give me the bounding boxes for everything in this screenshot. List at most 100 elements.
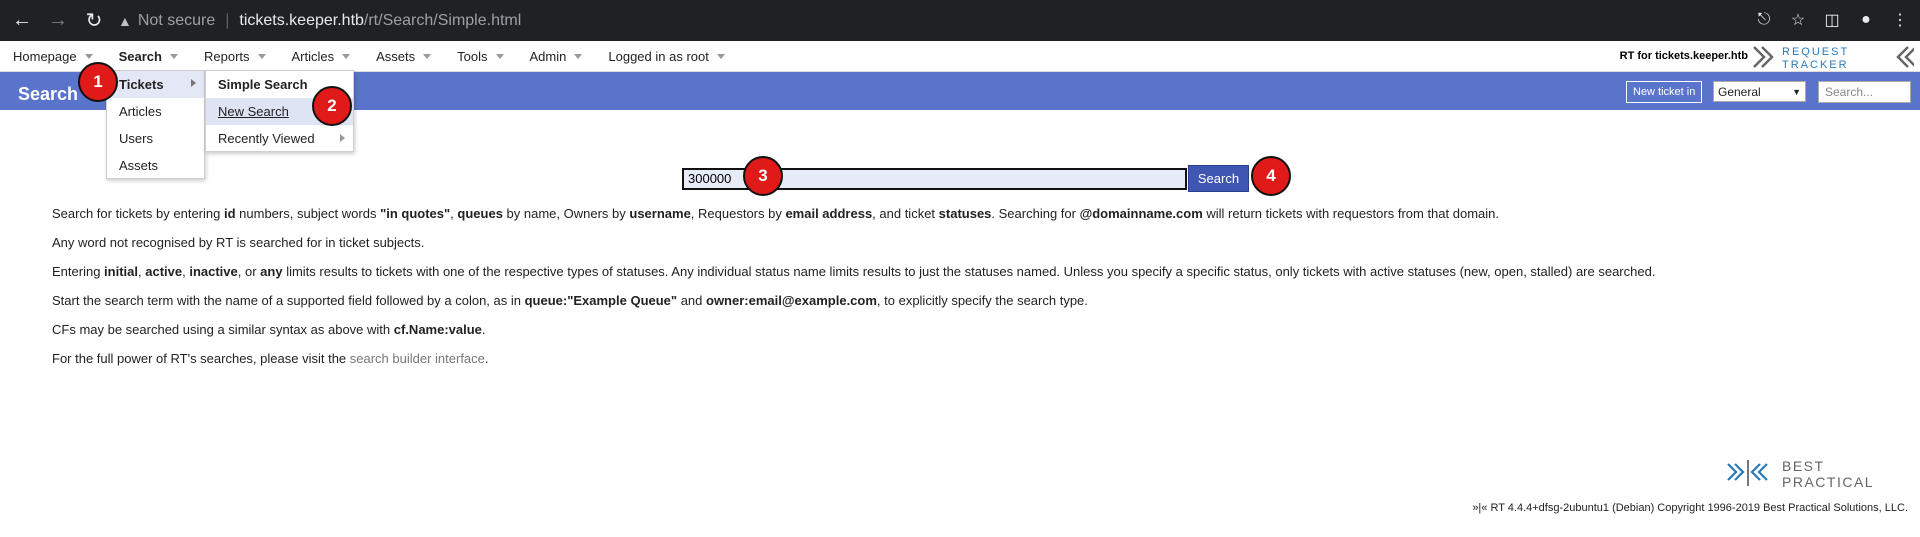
forward-icon[interactable]: →: [44, 7, 72, 35]
page-title: Search: [18, 84, 79, 104]
chevron-down-icon: [84, 53, 93, 59]
search-help: Search for tickets by entering id number…: [52, 206, 1892, 380]
submenu-recently-viewed-label: Recently Viewed: [218, 131, 315, 146]
step-badge-2: 2: [312, 86, 352, 126]
menu-logged-in[interactable]: Logged in as root: [595, 41, 737, 72]
help-keyword: queues: [457, 206, 503, 221]
best-practical-logo[interactable]: BEST PRACTICAL: [1726, 456, 1906, 492]
help-text: Search for tickets by entering: [52, 206, 224, 221]
footer-copyright: »|« RT 4.4.4+dfsg-2ubuntu1 (Debian) Copy…: [1472, 502, 1908, 514]
star-icon[interactable]: ☆: [1786, 6, 1810, 34]
help-keyword: id: [223, 206, 236, 221]
chevron-right-icon: [340, 134, 345, 142]
address-bar[interactable]: ▲ Not secure | tickets.keeper.htb/rt/Sea…: [118, 6, 521, 36]
help-keyword: email address: [785, 206, 873, 221]
menu-assets[interactable]: Assets: [363, 41, 444, 72]
url-path: /rt/Search/Simple.html: [363, 11, 522, 29]
logo-text-best: BEST: [1782, 458, 1825, 474]
help-text: numbers, subject words: [235, 206, 381, 221]
menu-search-label: Search: [118, 48, 162, 64]
search-builder-link[interactable]: search builder interface: [350, 351, 485, 366]
menu-assets-label: Assets: [376, 48, 416, 64]
menu-item-articles[interactable]: Articles: [107, 98, 204, 125]
rt-brand: RT for tickets.keeper.htb: [1619, 50, 1748, 62]
help-text: by name, Owners by: [502, 206, 630, 221]
help-paragraph: Search for tickets by entering id number…: [52, 206, 1892, 235]
reload-icon[interactable]: ↻: [80, 7, 108, 35]
header-search-input[interactable]: Search...: [1818, 81, 1911, 103]
menu-articles[interactable]: Articles: [279, 41, 364, 72]
submenu-simple-search-label: Simple Search: [218, 77, 308, 92]
help-keyword: owner:email@example.com: [706, 293, 877, 308]
menu-reports-label: Reports: [203, 48, 250, 64]
help-text: , and ticket: [872, 206, 939, 221]
menu-reports[interactable]: Reports: [191, 41, 279, 72]
chevron-down-icon: [423, 53, 432, 59]
profile-icon[interactable]: ●: [1854, 6, 1878, 34]
help-text: will return tickets with requestors from…: [1202, 206, 1499, 221]
url-host: tickets.keeper.htb: [239, 11, 364, 29]
menu-item-tickets[interactable]: Tickets: [107, 71, 204, 98]
menu-logged-in-label: Logged in as root: [608, 48, 709, 64]
help-text: .: [481, 322, 486, 337]
chevron-right-icon: [191, 79, 196, 87]
menu-search[interactable]: Search: [106, 41, 191, 72]
help-keyword: @domainname.com: [1079, 206, 1203, 221]
help-keyword: any: [260, 264, 283, 279]
menu-item-users-label: Users: [119, 131, 153, 146]
queue-select-value: General: [1718, 84, 1761, 99]
help-paragraph: Start the search term with the name of a…: [52, 293, 1892, 322]
menu-articles-label: Articles: [291, 48, 335, 64]
queue-select[interactable]: General ▼: [1713, 81, 1806, 102]
help-keyword: queue:"Example Queue": [524, 293, 678, 308]
submenu-recently-viewed[interactable]: Recently Viewed: [206, 125, 353, 152]
menu-item-assets-label: Assets: [119, 158, 159, 173]
step-badge-1: 1: [78, 62, 118, 102]
help-text: , or: [237, 264, 261, 279]
chevron-down-icon: ▼: [1792, 86, 1801, 97]
menu-homepage-label: Homepage: [13, 48, 77, 64]
menu-admin[interactable]: Admin: [517, 41, 596, 72]
url-separator: |: [225, 11, 230, 29]
menu-item-users[interactable]: Users: [107, 125, 204, 152]
help-text: .: [484, 351, 489, 366]
warning-icon: ▲: [118, 12, 132, 29]
security-label: Not secure: [137, 11, 216, 29]
chevron-down-icon: [342, 53, 351, 59]
help-paragraph: CFs may be searched using a similar synt…: [52, 322, 1892, 351]
help-text: , to explicitly specify the search type.: [876, 293, 1088, 308]
chevron-down-icon: [495, 53, 504, 59]
menu-item-articles-label: Articles: [119, 104, 162, 119]
help-text: Start the search term with the name of a…: [52, 293, 525, 308]
browser-toolbar: ← → ↻ ▲ Not secure | tickets.keeper.htb /…: [0, 0, 1920, 41]
side-panel-icon[interactable]: ◫: [1820, 6, 1844, 34]
search-dropdown-menu: Tickets Articles Users Assets: [106, 70, 205, 179]
help-text: Entering: [52, 264, 105, 279]
menu-admin-label: Admin: [529, 48, 567, 64]
help-keyword: active: [145, 264, 183, 279]
new-ticket-button[interactable]: New ticket in: [1626, 81, 1703, 103]
menu-item-assets[interactable]: Assets: [107, 152, 204, 179]
help-keyword: statuses: [938, 206, 992, 221]
menu-tools[interactable]: Tools: [444, 41, 516, 72]
chevron-down-icon: [574, 53, 583, 59]
request-tracker-logo[interactable]: REQUEST TRACKER: [1752, 44, 1914, 70]
help-keyword: username: [629, 206, 691, 221]
kebab-menu-icon[interactable]: ⋮: [1888, 6, 1912, 34]
help-paragraph: Entering initial, active, inactive, or a…: [52, 264, 1892, 293]
help-text: limits results to tickets with one of th…: [282, 264, 1656, 279]
help-keyword: "in quotes": [380, 206, 451, 221]
help-text: For the full power of RT's searches, ple…: [52, 351, 350, 366]
submenu-new-search-label: New Search: [218, 104, 289, 119]
help-keyword: cf.Name:value: [393, 322, 482, 337]
logo-text-tracker: TRACKER: [1782, 59, 1849, 70]
chevron-down-icon: [257, 53, 266, 59]
back-icon[interactable]: ←: [8, 7, 36, 35]
logo-text-practical: PRACTICAL: [1782, 474, 1874, 490]
share-icon[interactable]: ⎋: [1752, 6, 1776, 34]
help-text: CFs may be searched using a similar synt…: [52, 322, 394, 337]
search-button[interactable]: Search: [1188, 165, 1249, 192]
chevron-down-icon: [169, 53, 178, 59]
menu-item-tickets-label: Tickets: [119, 77, 164, 92]
help-text: and: [677, 293, 706, 308]
